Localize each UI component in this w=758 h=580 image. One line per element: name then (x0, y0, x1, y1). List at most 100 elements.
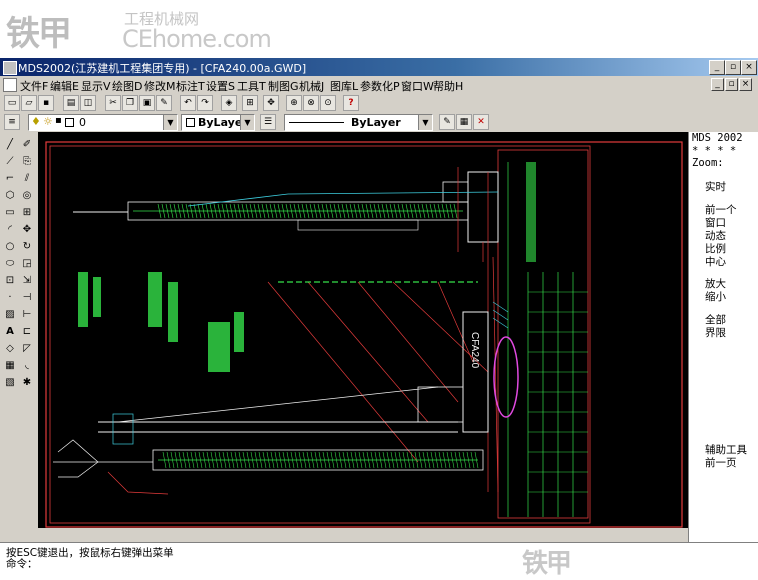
delete-icon[interactable]: ✕ (473, 114, 489, 130)
doc-minimize-button[interactable]: _ (711, 78, 724, 91)
match-properties-icon[interactable]: ✎ (156, 95, 172, 111)
linetype-combo[interactable]: ByLayer ▼ (284, 114, 433, 131)
title-block-grid (507, 162, 574, 517)
menu-view[interactable]: 显示V (81, 78, 111, 94)
new-icon[interactable]: ▭ (4, 95, 20, 111)
zoom-center-item[interactable]: 中心 (705, 254, 726, 269)
insert-block-icon[interactable]: ⊡ (3, 274, 17, 288)
command-window[interactable]: 按ESC键退出，按鼠标右键弹出菜单 命令： 铁甲 (0, 542, 758, 579)
offset-icon[interactable]: ◎ (20, 189, 34, 203)
app-icon[interactable] (3, 61, 17, 75)
rotate-icon[interactable]: ↻ (20, 240, 34, 254)
snap-icon[interactable]: ⊞ (242, 95, 258, 111)
drawing-border (45, 141, 683, 528)
line-icon[interactable]: ╱ (3, 138, 17, 152)
previous-page-item[interactable]: 前一页 (705, 455, 737, 470)
copy-object-icon[interactable]: ⎘ (20, 155, 34, 169)
upper-mast (73, 171, 499, 243)
undo-icon[interactable]: ↶ (180, 95, 196, 111)
fillet-icon[interactable]: ◟ (20, 359, 34, 373)
menu-help[interactable]: 帮助H (433, 78, 463, 94)
3d-orbit-icon[interactable]: ◈ (221, 95, 237, 111)
zoom-out-item[interactable]: 缩小 (705, 289, 726, 304)
color-combo[interactable]: ByLayer ▼ (181, 114, 255, 131)
region-icon[interactable]: ◇ (3, 342, 17, 356)
menu-parametric[interactable]: 参数化P (360, 78, 400, 94)
hatch-icon[interactable]: ▨ (3, 308, 17, 322)
horizontal-scrollbar[interactable] (38, 528, 688, 542)
chevron-down-icon[interactable]: ▼ (240, 115, 254, 130)
zoom-window-icon[interactable]: ⊗ (303, 95, 319, 111)
copy-icon[interactable]: ❐ (122, 95, 138, 111)
trim-icon[interactable]: ⊣ (20, 291, 34, 305)
polyline-icon[interactable]: ⌐ (3, 172, 17, 186)
menu-window[interactable]: 窗口W (401, 78, 434, 94)
construction-line-icon[interactable]: ⟋ (3, 155, 17, 169)
chevron-down-icon[interactable]: ▼ (163, 115, 177, 130)
menu-dimension[interactable]: 标注T (176, 78, 205, 94)
menu-library[interactable]: 图库L (330, 78, 358, 94)
preview-icon[interactable]: ◫ (80, 95, 96, 111)
point-icon[interactable]: · (3, 291, 17, 305)
menu-modify[interactable]: 修改M (144, 78, 176, 94)
zoom-previous-icon[interactable]: ⊙ (320, 95, 336, 111)
gradient-icon[interactable]: ▧ (3, 376, 17, 390)
print-icon[interactable]: ▤ (63, 95, 79, 111)
menu-bar: 文件F 编辑E 显示V 绘图D 修改M 标注T 设置S 工具T 制图G 机械J … (0, 76, 758, 94)
scale-icon[interactable]: ◲ (20, 257, 34, 271)
watermark-header: 铁甲 工程机械网 CEhome.com (0, 0, 758, 58)
zoom-realtime-icon[interactable]: ⊕ (286, 95, 302, 111)
rectangle-icon[interactable]: ▭ (3, 206, 17, 220)
menu-drafting[interactable]: 制图G (268, 78, 299, 94)
close-button[interactable]: × (741, 60, 757, 75)
drawing-canvas[interactable]: CFA240 (38, 132, 688, 542)
polygon-icon[interactable]: ⬡ (3, 189, 17, 203)
zoom-limits-item[interactable]: 界限 (705, 325, 726, 340)
screen-menu-zoom[interactable]: Zoom: (692, 157, 724, 169)
lineweight-icon[interactable]: ☰ (260, 114, 276, 130)
extend-icon[interactable]: ⊢ (20, 308, 34, 322)
redo-icon[interactable]: ↷ (197, 95, 213, 111)
screen-menu-stars[interactable]: * * * * (692, 145, 736, 157)
layer-combo[interactable]: ♦ ☼ ▪ 0 ▼ (28, 114, 178, 131)
minimize-button[interactable]: _ (709, 60, 725, 75)
doc-close-button[interactable]: × (739, 78, 752, 91)
chamfer-icon[interactable]: ◸ (20, 342, 34, 356)
menu-machinery[interactable]: 机械J (299, 78, 324, 94)
doc-restore-button[interactable]: ▫ (725, 78, 738, 91)
explode-icon[interactable]: ✱ (20, 376, 34, 390)
chevron-down-icon[interactable]: ▼ (418, 115, 432, 130)
ellipse-icon[interactable]: ⬭ (3, 257, 17, 271)
menu-tools[interactable]: 工具T (237, 78, 266, 94)
properties-icon[interactable]: ✎ (439, 114, 455, 130)
circle-icon[interactable]: ○ (3, 240, 17, 254)
layers-icon[interactable]: ≡ (4, 114, 20, 130)
zoom-realtime-item[interactable]: 实时 (705, 179, 726, 194)
stretch-icon[interactable]: ⇲ (20, 274, 34, 288)
watermark-bottom: 铁甲 (522, 549, 572, 579)
table-icon[interactable]: ▦ (3, 359, 17, 373)
menu-draw[interactable]: 绘图D (112, 78, 142, 94)
layer-manager-icon[interactable]: ▦ (456, 114, 472, 130)
array-icon[interactable]: ⊞ (20, 206, 34, 220)
document-icon[interactable] (3, 78, 17, 92)
save-icon[interactable]: ▪ (38, 95, 54, 111)
watermark-logo: 铁甲 (6, 14, 72, 54)
arc-icon[interactable]: ◜ (3, 223, 17, 237)
menu-edit[interactable]: 编辑E (50, 78, 79, 94)
menu-settings[interactable]: 设置S (206, 78, 235, 94)
cut-icon[interactable]: ✂ (105, 95, 121, 111)
maximize-button[interactable]: ▫ (725, 60, 741, 75)
break-icon[interactable]: ⊏ (20, 325, 34, 339)
layer-name: 0 (79, 116, 86, 129)
mirror-icon[interactable]: ⫽ (20, 172, 34, 186)
erase-icon[interactable]: ✐ (20, 138, 34, 152)
text-icon[interactable]: A (3, 325, 17, 339)
paste-icon[interactable]: ▣ (139, 95, 155, 111)
help-icon[interactable]: ? (343, 95, 359, 111)
screen-menu: MDS 2002 * * * * Zoom: 实时 前一个 窗口 动态 比例 中… (688, 132, 758, 542)
pan-icon[interactable]: ✥ (263, 95, 279, 111)
open-icon[interactable]: ▱ (21, 95, 37, 111)
menu-file[interactable]: 文件F (20, 78, 48, 94)
move-icon[interactable]: ✥ (20, 223, 34, 237)
